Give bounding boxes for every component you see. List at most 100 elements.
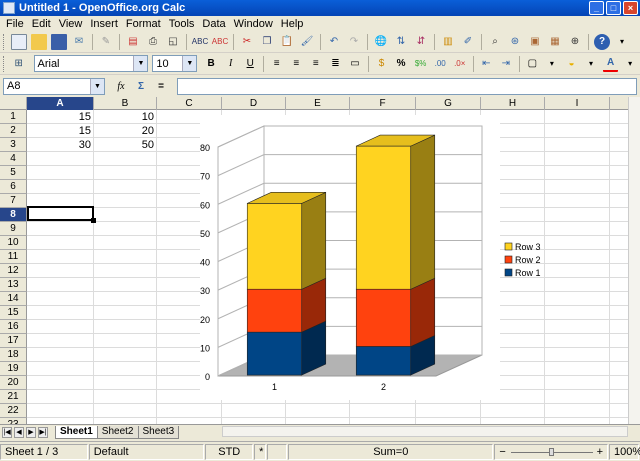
toolbar-grip[interactable] bbox=[3, 55, 6, 72]
zoom-slider[interactable]: − + bbox=[494, 443, 609, 460]
increase-indent-icon[interactable]: ⇥ bbox=[498, 56, 514, 72]
currency-format-icon[interactable]: $ bbox=[374, 56, 390, 72]
page-style[interactable]: Default bbox=[88, 443, 205, 460]
background-color-icon[interactable]: ◒ bbox=[564, 56, 580, 72]
zoom-level[interactable]: 100% bbox=[609, 443, 640, 460]
function-icon[interactable]: = bbox=[153, 78, 169, 94]
last-sheet-button[interactable]: ▶| bbox=[38, 426, 48, 438]
sheet-tab-1[interactable]: Sheet1 bbox=[55, 425, 98, 439]
data-sources-icon[interactable]: ▦ bbox=[547, 34, 563, 50]
legend-label: Row 3 bbox=[515, 242, 541, 252]
save-icon[interactable] bbox=[51, 33, 67, 50]
vertical-scrollbar[interactable] bbox=[628, 97, 640, 424]
chevron-down-icon[interactable]: ▼ bbox=[133, 56, 148, 71]
clone-format-icon[interactable]: 🖌 bbox=[299, 34, 315, 50]
sort-ascending-icon[interactable]: ⇅ bbox=[393, 34, 409, 50]
menu-tools[interactable]: Tools bbox=[165, 18, 199, 30]
insert-chart-icon[interactable]: ▥ bbox=[440, 34, 456, 50]
first-sheet-button[interactable]: |◀ bbox=[2, 426, 12, 438]
close-button[interactable]: × bbox=[623, 1, 638, 15]
undo-icon[interactable]: ↶ bbox=[326, 34, 342, 50]
align-right-icon[interactable]: ≡ bbox=[308, 56, 324, 72]
menu-data[interactable]: Data bbox=[198, 18, 229, 30]
autospellcheck-icon[interactable]: ABC bbox=[212, 34, 228, 50]
minimize-button[interactable]: _ bbox=[589, 1, 604, 15]
legend-swatch bbox=[504, 242, 513, 251]
bar-front bbox=[355, 288, 412, 347]
open-folder-icon[interactable] bbox=[31, 33, 47, 50]
font-color-icon[interactable]: A bbox=[602, 56, 619, 72]
standard-format-icon[interactable]: $% bbox=[413, 56, 429, 72]
zoom-icon[interactable]: ⊕ bbox=[567, 34, 583, 50]
insert-mode[interactable]: STD bbox=[205, 443, 254, 460]
gallery-icon[interactable]: ▣ bbox=[527, 34, 543, 50]
show-draw-functions-icon[interactable]: ✐ bbox=[460, 34, 476, 50]
chevron-down-icon[interactable]: ▾ bbox=[583, 56, 599, 72]
zoom-in-icon[interactable]: + bbox=[597, 445, 603, 459]
menu-file[interactable]: File bbox=[2, 18, 28, 30]
cut-icon[interactable]: ✂ bbox=[239, 34, 255, 50]
menu-format[interactable]: Format bbox=[122, 18, 165, 30]
sheet-tab-3[interactable]: Sheet3 bbox=[137, 425, 180, 439]
chevron-down-icon[interactable]: ▾ bbox=[622, 56, 638, 72]
spellcheck-icon[interactable]: ABC bbox=[192, 34, 208, 50]
print-icon[interactable]: ⎙ bbox=[145, 34, 161, 50]
font-size-combo[interactable]: 10 ▼ bbox=[152, 55, 198, 72]
menu-view[interactable]: View bbox=[55, 18, 87, 30]
toolbar-options-icon[interactable]: ▾ bbox=[614, 34, 630, 50]
edit-file-icon[interactable]: ✎ bbox=[98, 34, 114, 50]
formula-input[interactable] bbox=[177, 77, 637, 95]
add-decimal-icon[interactable]: .00 bbox=[432, 56, 448, 72]
name-box[interactable]: A8 ▼ bbox=[3, 77, 105, 95]
horizontal-scrollbar[interactable] bbox=[222, 426, 628, 437]
y-tick-label: 40 bbox=[200, 258, 210, 268]
maximize-button[interactable]: □ bbox=[606, 1, 621, 15]
export-pdf-icon[interactable]: ▤ bbox=[125, 34, 141, 50]
navigator-icon[interactable]: ⊛ bbox=[507, 34, 523, 50]
function-wizard-icon[interactable]: fx bbox=[113, 78, 129, 94]
spreadsheet-grid[interactable]: A B C D E F G H I 1 2 3 4 5 6 7 8 9 10 11 12 13 14 15 1… bbox=[0, 97, 628, 424]
toolbar-grip[interactable] bbox=[3, 33, 6, 50]
help-icon[interactable]: ? bbox=[594, 33, 610, 50]
legend-swatch bbox=[504, 268, 513, 277]
italic-button[interactable]: I bbox=[223, 56, 239, 72]
borders-icon[interactable]: ▢ bbox=[525, 56, 541, 72]
sum-icon[interactable]: Σ bbox=[133, 78, 149, 94]
find-icon[interactable]: ⌕ bbox=[487, 34, 503, 50]
underline-button[interactable]: U bbox=[242, 56, 258, 72]
justify-icon[interactable]: ≣ bbox=[328, 56, 344, 72]
next-sheet-button[interactable]: ▶ bbox=[26, 426, 36, 438]
styles-formatting-icon[interactable]: ⊞ bbox=[11, 56, 27, 72]
chevron-down-icon[interactable]: ▼ bbox=[182, 56, 197, 71]
menu-window[interactable]: Window bbox=[230, 18, 277, 30]
sort-descending-icon[interactable]: ⇵ bbox=[413, 34, 429, 50]
redo-icon[interactable]: ↷ bbox=[346, 34, 362, 50]
font-name-combo[interactable]: Arial ▼ bbox=[33, 55, 149, 72]
chart[interactable]: 0 10 20 30 40 50 60 70 80 1 2 Row 3 Row 2 Row 1 bbox=[0, 97, 628, 424]
percent-format-icon[interactable]: % bbox=[393, 56, 409, 72]
status-bar: Sheet 1 / 3 Default STD * Sum=0 − + 100% bbox=[0, 441, 640, 461]
y-tick-label: 20 bbox=[200, 315, 210, 325]
bold-button[interactable]: B bbox=[203, 56, 219, 72]
menu-insert[interactable]: Insert bbox=[86, 18, 122, 30]
align-center-icon[interactable]: ≡ bbox=[289, 56, 305, 72]
print-preview-icon[interactable]: ◱ bbox=[165, 34, 181, 50]
chevron-down-icon[interactable]: ▼ bbox=[90, 78, 104, 94]
sheet-tab-2[interactable]: Sheet2 bbox=[96, 425, 139, 439]
zoom-out-icon[interactable]: − bbox=[499, 445, 505, 459]
align-left-icon[interactable]: ≡ bbox=[269, 56, 285, 72]
prev-sheet-button[interactable]: ◀ bbox=[14, 426, 24, 438]
formatting-toolbar: ⊞ Arial ▼ 10 ▼ B I U ≡ ≡ ≡ ≣ ▭ $ % $% .0… bbox=[0, 53, 640, 75]
menu-edit[interactable]: Edit bbox=[28, 18, 55, 30]
bar-front bbox=[246, 203, 303, 290]
zoom-thumb[interactable] bbox=[549, 447, 555, 456]
hyperlink-icon[interactable]: 🌐 bbox=[373, 34, 389, 50]
paste-icon[interactable]: 📋 bbox=[279, 34, 295, 50]
chevron-down-icon[interactable]: ▾ bbox=[544, 56, 560, 72]
menu-help[interactable]: Help bbox=[277, 18, 308, 30]
new-document-icon[interactable] bbox=[11, 33, 27, 50]
copy-icon[interactable]: ❐ bbox=[259, 34, 275, 50]
merge-cells-icon[interactable]: ▭ bbox=[347, 56, 363, 72]
delete-decimal-icon[interactable]: .0× bbox=[452, 56, 468, 72]
decrease-indent-icon[interactable]: ⇤ bbox=[479, 56, 495, 72]
